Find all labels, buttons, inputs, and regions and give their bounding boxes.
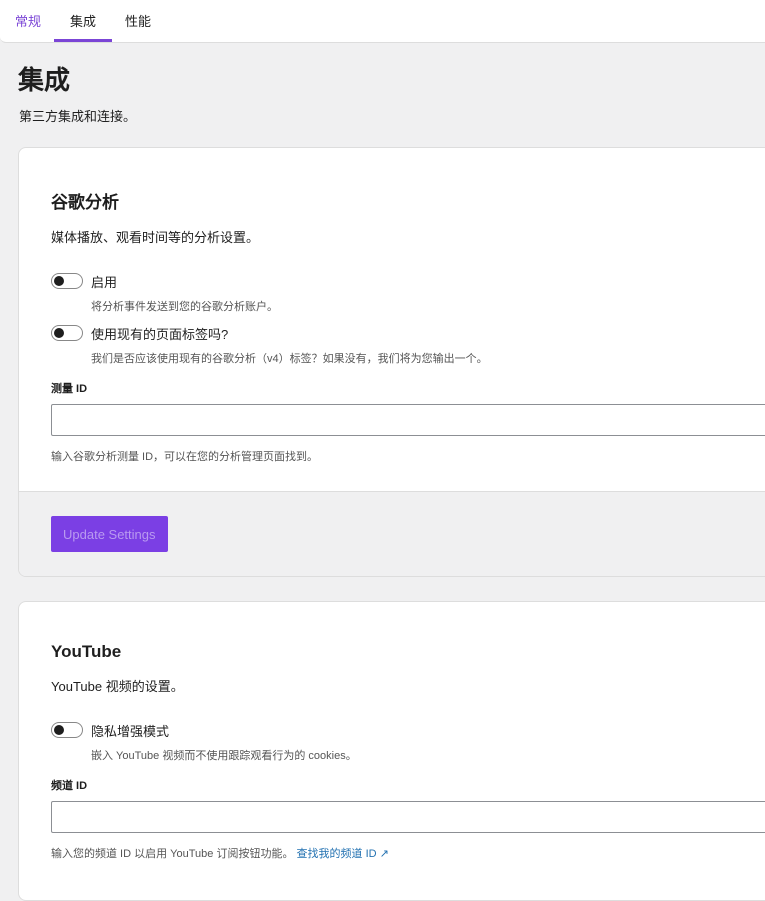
existing-tag-toggle[interactable] — [51, 325, 83, 341]
tab-bar: 常规 集成 性能 — [0, 0, 765, 43]
measurement-id-input[interactable] — [51, 404, 765, 436]
channel-id-input[interactable] — [51, 801, 765, 833]
existing-tag-label: 使用现有的页面标签吗? — [91, 326, 229, 342]
yt-desc: YouTube 视频的设置。 — [51, 679, 184, 694]
youtube-card: YouTube YouTube 视频的设置。 隐私增强模式 嵌入 YouTube… — [18, 601, 765, 901]
measurement-id-label: 测量 ID — [51, 383, 88, 395]
channel-id-help: 输入您的频道 ID 以启用 YouTube 订阅按钮功能。 — [51, 848, 294, 860]
google-analytics-card: 谷歌分析 媒体播放、观看时间等的分析设置。 启用 将分析事件发送到您的谷歌分析账… — [18, 147, 765, 577]
ga-desc: 媒体播放、观看时间等的分析设置。 — [51, 230, 260, 245]
find-channel-id-link[interactable]: 查找我的频道 ID ↗ — [297, 848, 389, 860]
tab-integrations[interactable]: 集成 — [54, 0, 113, 42]
ga-title: 谷歌分析 — [51, 193, 119, 212]
channel-id-label: 频道 ID — [51, 780, 88, 792]
enable-label: 启用 — [91, 274, 118, 290]
privacy-mode-toggle[interactable] — [51, 722, 83, 738]
update-settings-button[interactable]: Update Settings — [51, 516, 168, 552]
measurement-id-help: 输入谷歌分析测量 ID，可以在您的分析管理页面找到。 — [51, 451, 319, 463]
page-subtitle: 第三方集成和连接。 — [19, 109, 137, 124]
tab-performance[interactable]: 性能 — [125, 0, 151, 42]
existing-tag-help: 我们是否应该使用现有的谷歌分析（v4）标签？如果没有，我们将为您输出一个。 — [91, 353, 488, 365]
page-title: 集成 — [18, 65, 71, 95]
enable-help: 将分析事件发送到您的谷歌分析账户。 — [91, 301, 278, 313]
tab-general[interactable]: 常规 — [15, 0, 41, 42]
enable-toggle[interactable] — [51, 273, 83, 289]
yt-title: YouTube — [51, 642, 122, 661]
privacy-mode-help: 嵌入 YouTube 视频而不使用跟踪观看行为的 cookies。 — [91, 750, 357, 762]
privacy-mode-label: 隐私增强模式 — [91, 723, 170, 739]
